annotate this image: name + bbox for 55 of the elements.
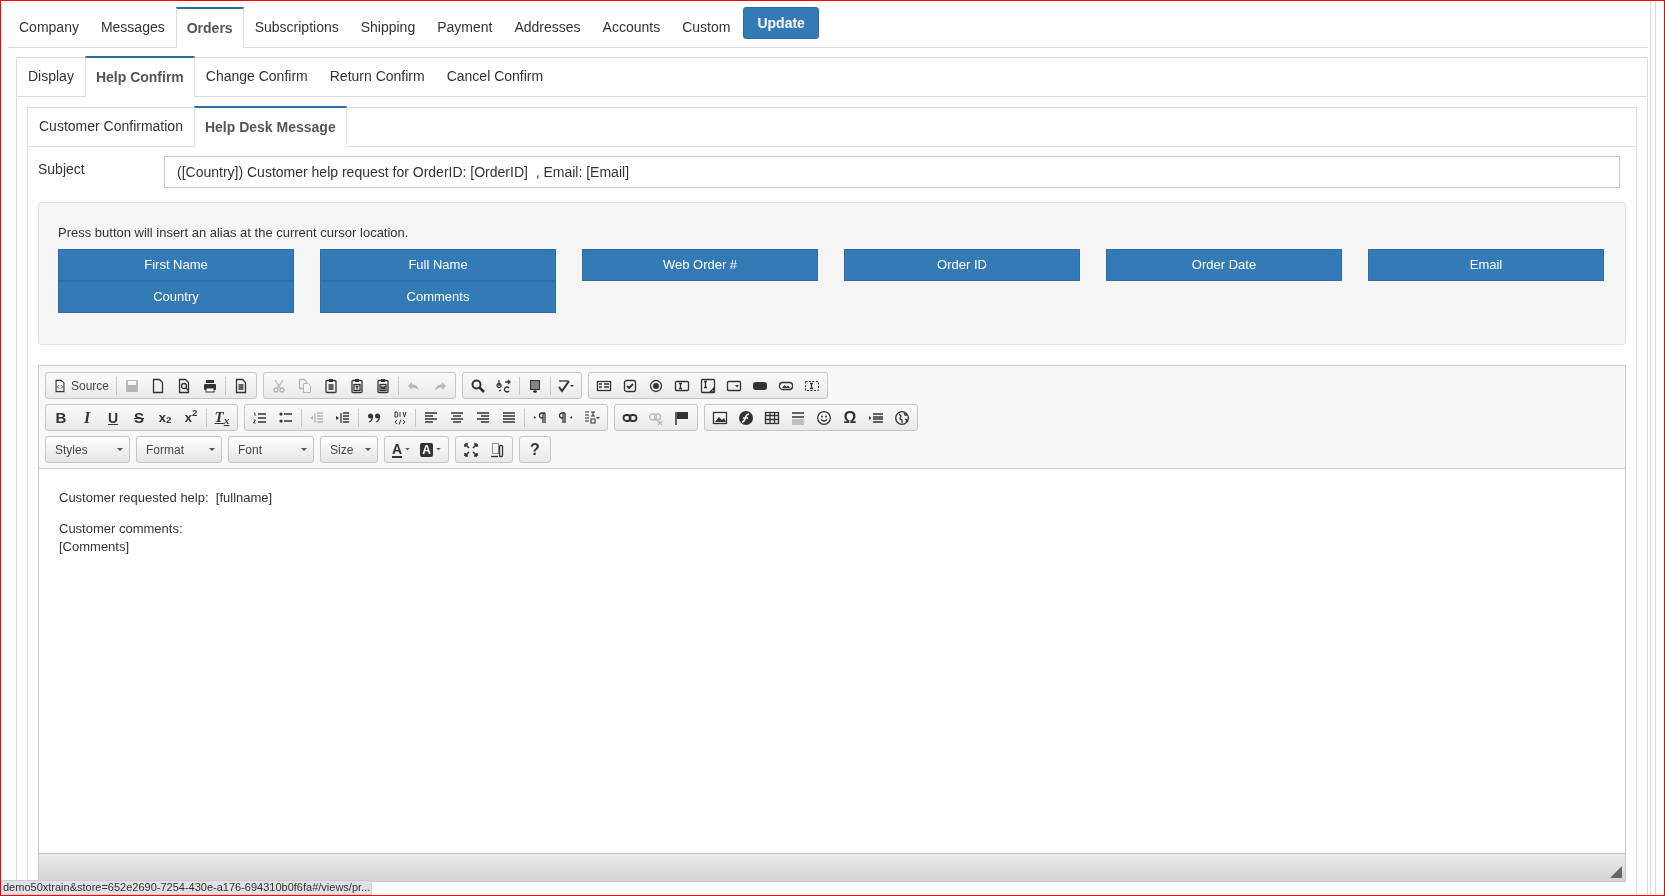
bold-button[interactable]: B: [48, 405, 74, 430]
subject-field[interactable]: ([Country]) Customer help request for OrderID: [OrderID] , Email: [Email]: [164, 156, 1620, 188]
alias-button[interactable]: Order Date: [1106, 248, 1342, 281]
tab[interactable]: Shipping: [349, 7, 427, 47]
underline-button[interactable]: U: [100, 405, 126, 430]
resize-handle-icon[interactable]: [1610, 866, 1622, 878]
tab[interactable]: Custom: [671, 7, 742, 47]
italic-button[interactable]: I: [74, 405, 100, 430]
editor-text-line: Customer comments:: [59, 520, 184, 538]
caret-icon: [365, 447, 371, 452]
background-color-button[interactable]: A: [415, 437, 446, 462]
script-button[interactable]: x$^{2}$: [178, 405, 204, 430]
clear-format-button[interactable]: T$_{x}$: [209, 405, 235, 430]
alias-hint: Press button will insert an alias at the current cursor location.: [58, 224, 410, 242]
tab[interactable]: Display: [17, 56, 85, 96]
editor-text-line: Customer requested help: [fullname]: [59, 489, 274, 507]
text-color-button[interactable]: A: [387, 437, 416, 462]
tab[interactable]: Payment: [426, 7, 504, 47]
tab[interactable]: Company: [8, 7, 90, 47]
tab[interactable]: Addresses: [503, 7, 592, 47]
alias-button[interactable]: Country: [58, 280, 294, 313]
tab[interactable]: Return Confirm: [318, 56, 436, 96]
tab[interactable]: Messages: [89, 7, 176, 47]
alias-button[interactable]: Comments: [320, 280, 556, 313]
editor-text-line: [Comments]: [59, 538, 131, 556]
caret-icon: [301, 447, 307, 452]
tab[interactable]: Orders: [175, 7, 244, 48]
alias-button[interactable]: Email: [1368, 248, 1604, 281]
tab[interactable]: Customer Confirmation: [28, 106, 194, 146]
tab[interactable]: Cancel Confirm: [435, 56, 555, 96]
caret-icon: [117, 447, 123, 452]
strikethrough-button[interactable]: S: [126, 405, 152, 430]
update-button[interactable]: Update: [743, 7, 819, 39]
tab[interactable]: Help Desk Message: [193, 106, 347, 147]
caret-icon: [435, 448, 441, 451]
dropdown[interactable]: Size: [320, 436, 378, 463]
symbol-button[interactable]: ?: [521, 437, 548, 462]
tab[interactable]: Subscriptions: [243, 7, 350, 47]
dropdown[interactable]: Format: [136, 436, 222, 463]
source-button[interactable]: Source: [48, 373, 115, 398]
subject-label: Subject: [38, 160, 86, 179]
alias-button[interactable]: First Name: [58, 248, 294, 281]
dropdown[interactable]: Font: [228, 436, 314, 463]
tab[interactable]: Accounts: [591, 7, 672, 47]
tab[interactable]: Help Confirm: [84, 56, 195, 97]
tab[interactable]: Change Confirm: [194, 56, 319, 96]
source-icon: [53, 378, 67, 393]
alias-button[interactable]: Full Name: [320, 248, 556, 281]
dropdown[interactable]: Styles: [45, 436, 130, 463]
alias-button[interactable]: Web Order #: [582, 248, 818, 281]
alias-button[interactable]: Order ID: [844, 248, 1080, 281]
caret-icon: [209, 447, 215, 452]
symbol-button[interactable]: Ω: [837, 405, 863, 430]
caret-icon: [405, 448, 411, 451]
status-url: demo50xtrain&store=652e2690-7254-430e-a176-694310b0f6fa#/views/pr...: [1, 880, 373, 895]
